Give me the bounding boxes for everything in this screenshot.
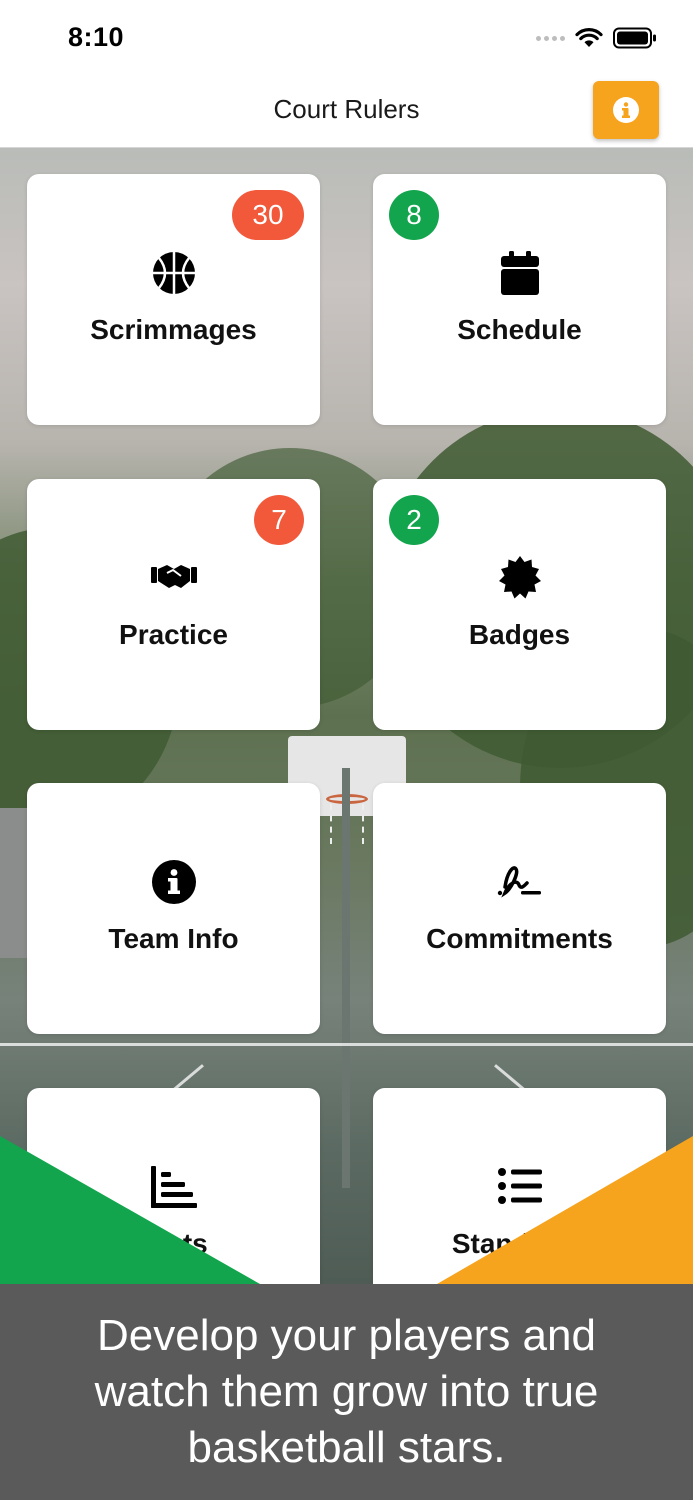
practice-count-badge: 7 [254, 495, 304, 545]
wifi-icon [575, 28, 603, 47]
tile-label: Commitments [426, 923, 613, 954]
info-button[interactable] [593, 81, 659, 139]
tile-schedule[interactable]: 8 Schedule [373, 174, 666, 425]
tile-label: Schedule [457, 314, 582, 345]
tile-commitments[interactable]: Commitments [373, 783, 666, 1034]
chart-bar-icon [150, 1166, 197, 1208]
tile-label: Badges [468, 619, 571, 650]
tile-label: Practice [119, 619, 228, 650]
certificate-icon [498, 556, 541, 599]
calendar-icon [500, 251, 539, 295]
status-time: 8:10 [68, 22, 125, 52]
status-bar: 8:10 [0, 0, 693, 76]
basketball-icon [152, 252, 195, 294]
promo-caption: Develop your players and watch them grow… [0, 1284, 693, 1500]
battery-icon [613, 27, 656, 49]
handshake-icon [150, 565, 197, 588]
tile-badges[interactable]: 2 Badges [373, 479, 666, 730]
app-title: Court Rulers [273, 94, 420, 124]
tile-scrimmages[interactable]: 30 Scrimmages [27, 174, 320, 425]
tile-label: Scrimmages [90, 314, 257, 345]
schedule-count-badge: 8 [389, 190, 439, 240]
tile-practice[interactable]: 7 Practice [27, 479, 320, 730]
nav-bar: Court Rulers [0, 76, 693, 148]
tile-label: Team Info [108, 923, 239, 954]
tile-team-info[interactable]: Team Info [27, 783, 320, 1034]
list-icon [497, 1168, 542, 1204]
scrimmages-count-badge: 30 [232, 190, 304, 240]
info-circle-icon [151, 860, 196, 904]
badges-count-badge: 2 [389, 495, 439, 545]
signal-icon [536, 35, 565, 41]
status-icons [536, 26, 657, 50]
signature-icon [497, 866, 541, 898]
info-circle-icon [613, 97, 639, 123]
